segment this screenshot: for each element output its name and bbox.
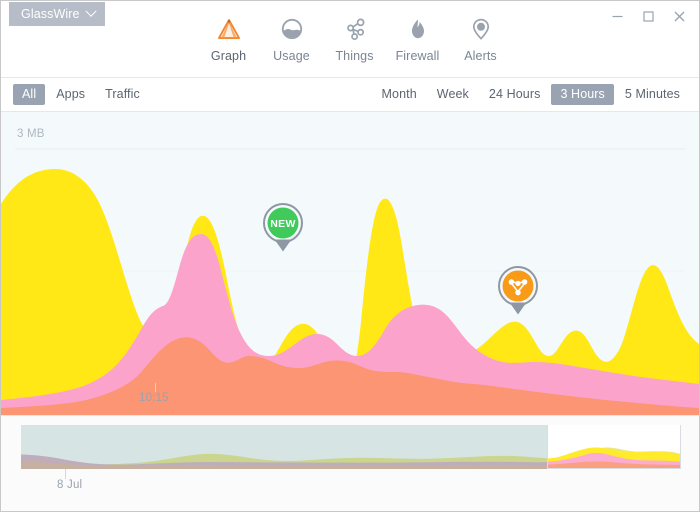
filter-bar: All Apps Traffic Month Week 24 Hours 3 H…	[1, 78, 699, 112]
y-axis-label: 3 MB	[17, 128, 45, 140]
firewall-flame-icon	[405, 15, 431, 43]
new-app-marker[interactable]: NEW	[262, 201, 304, 253]
things-marker[interactable]	[497, 264, 539, 316]
tab-things[interactable]: Things	[323, 9, 386, 77]
filter-traffic[interactable]: Traffic	[96, 84, 149, 105]
tab-usage[interactable]: Usage	[260, 9, 323, 77]
tab-usage-label: Usage	[273, 49, 310, 63]
navigation-bar: GlassWire Graph Usage Things Firewall Al…	[1, 1, 699, 84]
brand-dropdown-button[interactable]: GlassWire	[9, 2, 105, 26]
minimize-button[interactable]	[602, 1, 633, 31]
filter-all[interactable]: All	[13, 84, 46, 105]
tab-firewall[interactable]: Firewall	[386, 9, 449, 77]
graph-mountain-icon	[216, 15, 242, 43]
maximize-button[interactable]	[633, 1, 664, 31]
window-controls	[602, 1, 695, 31]
filter-group-range: Month Week 24 Hours 3 Hours 5 Minutes	[373, 78, 689, 111]
minimap-selection-window[interactable]	[547, 425, 681, 469]
range-24-hours[interactable]: 24 Hours	[480, 84, 550, 105]
glasswire-window: GlassWire Graph Usage Things Firewall Al…	[0, 0, 700, 512]
tab-alerts[interactable]: Alerts	[449, 9, 512, 77]
filter-group-left: All Apps Traffic	[13, 78, 149, 111]
filter-apps[interactable]: Apps	[47, 84, 94, 105]
range-5-minutes[interactable]: 5 Minutes	[616, 84, 689, 105]
brand-label: GlassWire	[21, 7, 80, 21]
chevron-down-icon	[84, 5, 97, 17]
close-button[interactable]	[664, 1, 695, 31]
x-axis-tick	[155, 383, 156, 392]
minimap-chart[interactable]	[21, 425, 681, 469]
traffic-graph[interactable]	[1, 112, 699, 415]
range-month[interactable]: Month	[373, 84, 426, 105]
nav-tabs: Graph Usage Things Firewall Alerts	[197, 9, 512, 84]
things-network-icon	[342, 15, 368, 43]
alerts-pin-icon	[468, 15, 494, 43]
tab-firewall-label: Firewall	[395, 49, 440, 63]
timeline-overview: 8 Jul	[1, 415, 699, 511]
minimap-date-label: 8 Jul	[57, 479, 83, 491]
usage-pie-icon	[279, 15, 305, 43]
new-badge-text: NEW	[270, 218, 295, 230]
minimap-tick	[65, 469, 66, 479]
tab-graph-label: Graph	[210, 49, 247, 63]
tab-graph[interactable]: Graph	[197, 9, 260, 84]
range-week[interactable]: Week	[428, 84, 478, 105]
x-axis-time-label: 10:15	[139, 392, 169, 404]
range-3-hours[interactable]: 3 Hours	[551, 84, 614, 105]
tab-things-label: Things	[335, 49, 374, 63]
tab-alerts-label: Alerts	[464, 49, 497, 63]
